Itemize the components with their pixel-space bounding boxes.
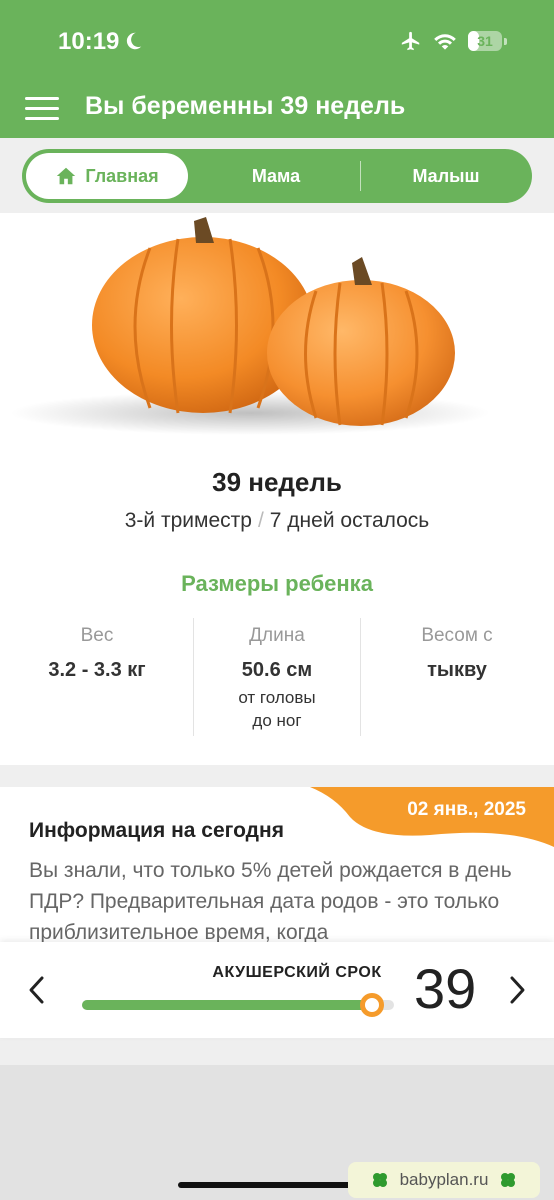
pumpkin-image — [10, 217, 490, 435]
stat-label: Длина — [249, 625, 305, 646]
week-card: 39 недель 3-й триместр/7 дней осталось Р… — [0, 213, 554, 765]
stat-length: Длина 50.6 см от головы до ног — [185, 625, 369, 732]
stat-value: 3.2 - 3.3 кг — [48, 659, 146, 681]
clover-icon — [501, 1173, 516, 1187]
airplane-icon — [401, 31, 420, 51]
week-title: 39 недель — [212, 467, 342, 497]
week-number: 39 — [414, 957, 477, 1020]
tabs-area: Главная Мама Малыш — [0, 138, 554, 213]
trimester-text: 3-й триместр — [124, 509, 252, 532]
info-body: Вы знали, что только 5% детей рождается … — [29, 859, 512, 944]
battery-icon: 31 — [468, 30, 508, 52]
menu-icon[interactable] — [25, 95, 59, 121]
watermark: babyplan.ru — [348, 1162, 540, 1198]
stat-label: Вес — [80, 625, 114, 646]
app-bar: Вы беременны 39 недель — [0, 80, 554, 138]
stat-label: Весом с — [421, 625, 493, 646]
days-left-text: 7 дней осталось — [269, 509, 430, 532]
clover-icon — [372, 1173, 387, 1187]
obstetric-term-panel: АКУШЕРСКИЙ СРОК 39 — [0, 942, 554, 1038]
week-slider-fill — [82, 1000, 373, 1010]
pregnancy-summary: 3-й триместр/7 дней осталось — [0, 509, 554, 533]
tab-baby[interactable]: Малыш — [362, 149, 530, 203]
stat-note: от головы до ног — [238, 688, 316, 730]
home-icon — [57, 167, 76, 185]
stat-divider — [360, 618, 361, 736]
moon-icon — [126, 32, 142, 50]
stat-weight: Вес 3.2 - 3.3 кг — [5, 625, 189, 682]
tab-home-label: Главная — [85, 165, 159, 186]
separator: / — [257, 509, 264, 532]
status-time: 10:19 — [58, 28, 120, 55]
week-slider-track[interactable] — [82, 1000, 394, 1010]
week-slider-thumb[interactable] — [360, 993, 385, 1017]
wifi-icon — [434, 34, 456, 50]
tab-bar: Главная Мама Малыш — [22, 149, 532, 203]
info-date: 02 янв., 2025 — [407, 799, 526, 820]
chevron-right-icon[interactable] — [502, 972, 532, 1008]
status-bar: 10:19 31 — [0, 0, 554, 80]
stat-value: тыкву — [427, 659, 487, 681]
daily-info-card[interactable]: 02 янв., 2025 Информация на сегодня Вы з… — [0, 787, 554, 947]
baby-sizes-heading: Размеры ребенка — [181, 571, 373, 596]
battery-percent: 31 — [477, 33, 493, 49]
tab-mom[interactable]: Мама — [192, 149, 360, 203]
page-title: Вы беременны 39 недель — [85, 92, 406, 120]
watermark-text: babyplan.ru — [399, 1170, 489, 1189]
tab-divider — [360, 161, 361, 191]
tab-home[interactable]: Главная — [26, 153, 188, 199]
stat-value: 50.6 см — [241, 659, 313, 681]
stat-size-comparison: Весом с тыкву — [365, 625, 549, 682]
info-title: Информация на сегодня — [29, 819, 284, 842]
